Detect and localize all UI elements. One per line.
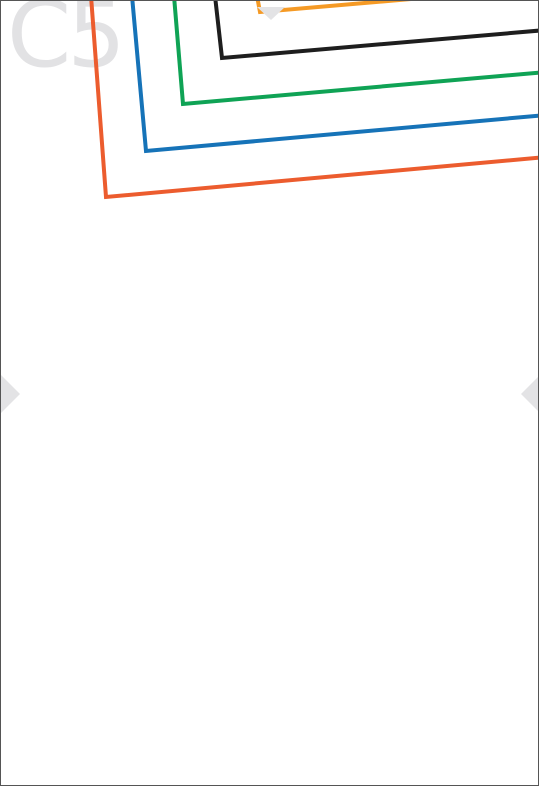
right-marker [521, 377, 538, 411]
nested-frames-diagram [1, 1, 538, 413]
outer-frame [89, 1, 538, 200]
third-frame [172, 1, 538, 107]
page-canvas: C5 [0, 0, 539, 786]
left-marker [1, 375, 20, 413]
